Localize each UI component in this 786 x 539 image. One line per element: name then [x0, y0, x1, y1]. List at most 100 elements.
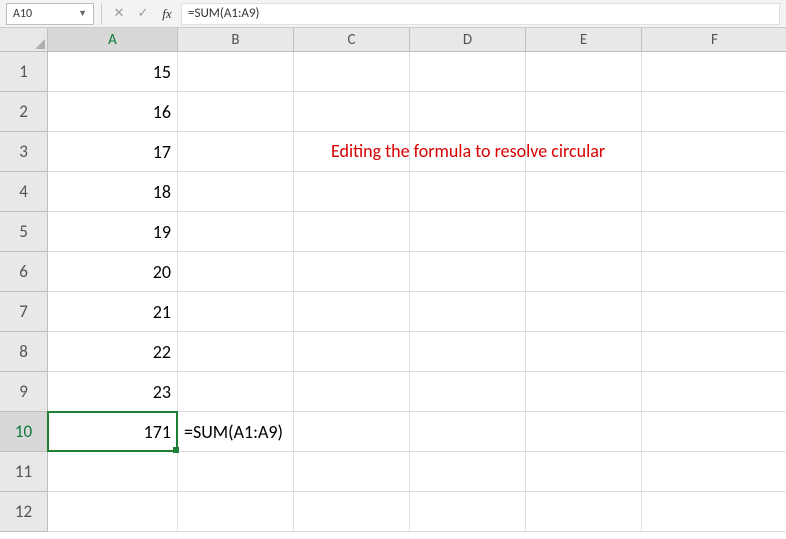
cell-D12[interactable] [410, 492, 526, 532]
fx-icon[interactable]: fx [157, 4, 177, 24]
row-header-10[interactable]: 10 [0, 412, 48, 452]
cell-F4[interactable] [642, 172, 786, 212]
cell-F2[interactable] [642, 92, 786, 132]
row-header-4[interactable]: 4 [0, 172, 48, 212]
cell-F7[interactable] [642, 292, 786, 332]
cancel-icon[interactable]: ✕ [109, 4, 129, 24]
col-header-B[interactable]: B [178, 28, 294, 52]
cell-E6[interactable] [526, 252, 642, 292]
cell-B12[interactable] [178, 492, 294, 532]
enter-icon[interactable]: ✓ [133, 4, 153, 24]
cell-C10[interactable] [294, 412, 410, 452]
cell-B9[interactable] [178, 372, 294, 412]
cell-D11[interactable] [410, 452, 526, 492]
cell-E10[interactable] [526, 412, 642, 452]
cell-F8[interactable] [642, 332, 786, 372]
row-header-5[interactable]: 5 [0, 212, 48, 252]
cell-A7[interactable]: 21 [48, 292, 178, 332]
cell-A5[interactable]: 19 [48, 212, 178, 252]
cell-F12[interactable] [642, 492, 786, 532]
cell-A8[interactable]: 22 [48, 332, 178, 372]
cell-F3[interactable] [642, 132, 786, 172]
row-header-11[interactable]: 11 [0, 452, 48, 492]
cell-E12[interactable] [526, 492, 642, 532]
cell-F5[interactable] [642, 212, 786, 252]
cell-A9[interactable]: 23 [48, 372, 178, 412]
cell-A6[interactable]: 20 [48, 252, 178, 292]
cell-B11[interactable] [178, 452, 294, 492]
cell-A1[interactable]: 15 [48, 52, 178, 92]
cell-B10[interactable]: =SUM(A1:A9) [178, 412, 294, 452]
col-header-F[interactable]: F [642, 28, 786, 52]
cell-B4[interactable] [178, 172, 294, 212]
cell-A10[interactable]: 171 [48, 412, 178, 452]
cell-C8[interactable] [294, 332, 410, 372]
cell-D5[interactable] [410, 212, 526, 252]
cell-C12[interactable] [294, 492, 410, 532]
cell-B3[interactable] [178, 132, 294, 172]
cell-F11[interactable] [642, 452, 786, 492]
cell-C9[interactable] [294, 372, 410, 412]
cell-D6[interactable] [410, 252, 526, 292]
cell-E9[interactable] [526, 372, 642, 412]
cell-B1[interactable] [178, 52, 294, 92]
col-header-C[interactable]: C [294, 28, 410, 52]
cell-A12[interactable] [48, 492, 178, 532]
formula-text: =SUM(A1:A9) [188, 6, 260, 21]
cell-D7[interactable] [410, 292, 526, 332]
row-header-9[interactable]: 9 [0, 372, 48, 412]
cell-grid: 151617181920212223171=SUM(A1:A9) [48, 52, 786, 532]
cell-B7[interactable] [178, 292, 294, 332]
cell-D2[interactable] [410, 92, 526, 132]
cell-D8[interactable] [410, 332, 526, 372]
cell-B2[interactable] [178, 92, 294, 132]
row-header-6[interactable]: 6 [0, 252, 48, 292]
row-header-2[interactable]: 2 [0, 92, 48, 132]
row-header-8[interactable]: 8 [0, 332, 48, 372]
cell-F10[interactable] [642, 412, 786, 452]
cell-C5[interactable] [294, 212, 410, 252]
table-row: 20 [48, 252, 786, 292]
cell-F1[interactable] [642, 52, 786, 92]
cell-A11[interactable] [48, 452, 178, 492]
col-header-A[interactable]: A [48, 28, 178, 52]
cell-C7[interactable] [294, 292, 410, 332]
name-box[interactable]: A10 ▼ [6, 3, 94, 25]
table-row: 15 [48, 52, 786, 92]
row-header-12[interactable]: 12 [0, 492, 48, 532]
formula-input[interactable]: =SUM(A1:A9) [181, 3, 780, 25]
annotation-text: Editing the formula to resolve circular [331, 140, 605, 162]
row-header-3[interactable]: 3 [0, 132, 48, 172]
cell-D10[interactable] [410, 412, 526, 452]
chevron-down-icon[interactable]: ▼ [78, 8, 87, 19]
select-all-corner[interactable] [0, 28, 48, 52]
cell-E7[interactable] [526, 292, 642, 332]
col-header-D[interactable]: D [410, 28, 526, 52]
cell-F6[interactable] [642, 252, 786, 292]
cell-A2[interactable]: 16 [48, 92, 178, 132]
cell-F9[interactable] [642, 372, 786, 412]
cell-D9[interactable] [410, 372, 526, 412]
cell-B8[interactable] [178, 332, 294, 372]
cell-E1[interactable] [526, 52, 642, 92]
cell-C11[interactable] [294, 452, 410, 492]
cell-E5[interactable] [526, 212, 642, 252]
cell-B6[interactable] [178, 252, 294, 292]
cell-C2[interactable] [294, 92, 410, 132]
cell-A4[interactable]: 18 [48, 172, 178, 212]
cell-E11[interactable] [526, 452, 642, 492]
row-header-1[interactable]: 1 [0, 52, 48, 92]
cell-A3[interactable]: 17 [48, 132, 178, 172]
cell-E2[interactable] [526, 92, 642, 132]
cell-D1[interactable] [410, 52, 526, 92]
row-header-7[interactable]: 7 [0, 292, 48, 332]
table-row: 171=SUM(A1:A9) [48, 412, 786, 452]
cell-D4[interactable] [410, 172, 526, 212]
cell-E4[interactable] [526, 172, 642, 212]
cell-C4[interactable] [294, 172, 410, 212]
cell-C1[interactable] [294, 52, 410, 92]
cell-E8[interactable] [526, 332, 642, 372]
col-header-E[interactable]: E [526, 28, 642, 52]
cell-B5[interactable] [178, 212, 294, 252]
cell-C6[interactable] [294, 252, 410, 292]
